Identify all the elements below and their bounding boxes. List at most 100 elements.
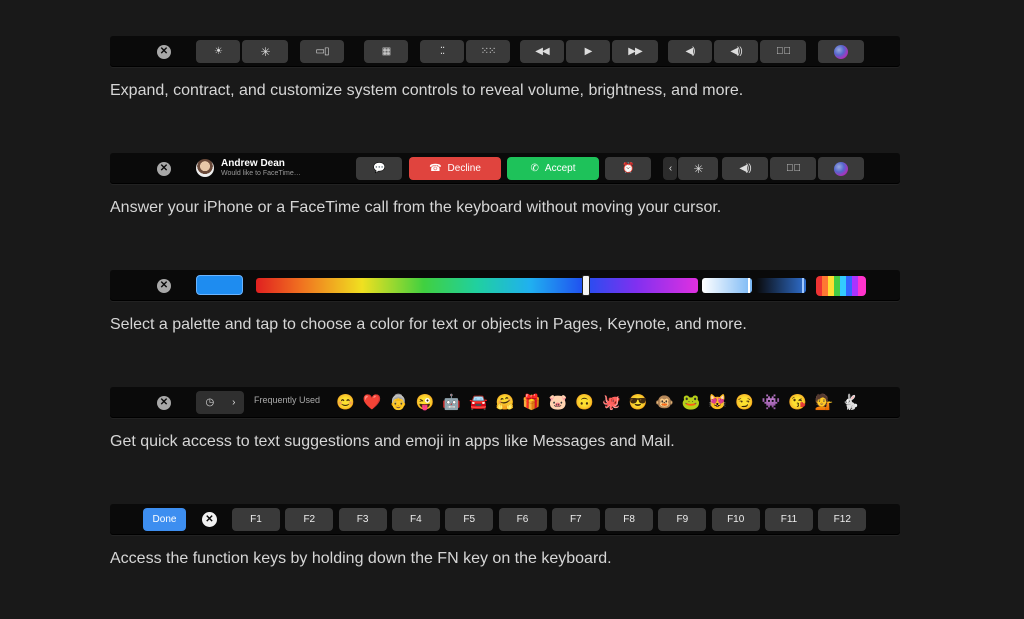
expand-controls-button[interactable]: ‹: [663, 157, 677, 180]
emoji-key[interactable]: 💁: [815, 394, 834, 411]
play-button[interactable]: ▶: [566, 40, 610, 63]
emoji-key[interactable]: 🐸: [682, 394, 701, 411]
close-icon[interactable]: ✕: [157, 162, 171, 176]
touchbar-emoji: ✕ ◷ › Frequently Used 😊 ❤️ 👵 😜 🤖 🚘 🤗 🎁 🐷 🙃 🐙 😎 🐵 🐸 😻 😏 👾…: [110, 387, 900, 418]
emoji-key[interactable]: 😏: [735, 394, 754, 411]
emoji-key[interactable]: 🐵: [655, 394, 674, 411]
caption-facetime: Answer your iPhone or a FaceTime call fr…: [110, 199, 722, 216]
siri-button[interactable]: [818, 157, 864, 180]
message-bubble-icon: 💬: [373, 163, 385, 174]
done-button[interactable]: Done: [143, 508, 186, 531]
emoji-category-label: Frequently Used: [254, 395, 321, 405]
touchbar-facetime-call: ✕ Andrew Dean Would like to FaceTime… 💬 …: [110, 153, 900, 184]
rewind-button[interactable]: ◀◀: [520, 40, 564, 63]
emoji-key[interactable]: 🤗: [496, 394, 515, 411]
palette-button[interactable]: [816, 276, 866, 296]
close-icon[interactable]: ✕: [157, 279, 171, 293]
brightness-button[interactable]: ✳: [678, 157, 718, 180]
function-key-f3[interactable]: F3: [338, 508, 387, 531]
mute-button[interactable]: ◀⃥: [760, 40, 806, 63]
fast-forward-button[interactable]: ▶▶: [612, 40, 658, 63]
emoji-key[interactable]: 😘: [788, 394, 807, 411]
close-icon[interactable]: ✕: [202, 512, 217, 527]
brightness-slider-handle[interactable]: [748, 278, 750, 293]
emoji-category-button[interactable]: ◷ ›: [196, 391, 244, 414]
siri-button[interactable]: [818, 40, 864, 63]
function-key-f7[interactable]: F7: [551, 508, 600, 531]
done-label: Done: [152, 514, 177, 525]
function-key-f10[interactable]: F10: [711, 508, 760, 531]
brightness-up-button[interactable]: ✳: [242, 40, 288, 63]
siri-icon: [834, 44, 848, 59]
emoji-key[interactable]: 😎: [629, 394, 648, 411]
emoji-key[interactable]: 🐷: [549, 394, 568, 411]
volume-down-button[interactable]: ◀): [668, 40, 712, 63]
emoji-key[interactable]: 🐙: [602, 394, 621, 411]
fast-forward-icon: ▶▶: [628, 46, 642, 57]
function-key-f4[interactable]: F4: [391, 508, 440, 531]
clock-icon: ◷: [205, 397, 214, 408]
touchbar-color-picker: ✕: [110, 270, 900, 301]
emoji-key[interactable]: 👾: [762, 394, 781, 411]
caller-name: Andrew Dean: [221, 158, 285, 169]
touchbar-function-keys: Done ✕ F1 F2 F3 F4 F5 F6 F7 F8 F9 F10 F11 F12: [110, 504, 900, 535]
saturation-slider-handle[interactable]: [802, 278, 804, 293]
hue-slider-handle[interactable]: [582, 275, 590, 296]
siri-icon: [834, 161, 848, 176]
function-key-f1[interactable]: F1: [232, 508, 280, 531]
emoji-key[interactable]: 🐇: [841, 394, 860, 411]
function-key-f12[interactable]: F12: [818, 508, 867, 531]
touchbar-system-controls: ✕ ☀ ✳ ▭▯ ▦ ⁚⁚ ⁙⁙ ◀◀ ▶ ▶▶ ◀) ◀)) ◀⃥: [110, 36, 900, 67]
keyboard-light-high-icon: ⁙⁙: [480, 46, 497, 57]
emoji-key[interactable]: 👵: [389, 394, 408, 411]
keyboard-brightness-down-button[interactable]: ⁚⁚: [420, 40, 464, 63]
play-icon: ▶: [584, 46, 593, 57]
speaker-high-icon: ◀)): [730, 46, 742, 57]
mission-control-button[interactable]: ▭▯: [300, 40, 344, 63]
caption-function-keys: Access the function keys by holding down…: [110, 550, 612, 567]
avatar: [196, 159, 214, 177]
function-key-f8[interactable]: F8: [605, 508, 654, 531]
keyboard-light-low-icon: ⁚⁚: [439, 46, 445, 57]
brightness-down-button[interactable]: ☀: [196, 40, 240, 63]
emoji-key[interactable]: 😊: [336, 394, 355, 411]
emoji-key[interactable]: ❤️: [363, 394, 382, 411]
volume-button[interactable]: ◀)): [722, 157, 768, 180]
message-button[interactable]: 💬: [356, 157, 402, 180]
selected-color-swatch[interactable]: [196, 275, 243, 295]
emoji-key[interactable]: 😻: [708, 394, 727, 411]
speaker-high-icon: ◀)): [739, 163, 751, 174]
function-key-f5[interactable]: F5: [445, 508, 494, 531]
emoji-key[interactable]: 🤖: [442, 394, 461, 411]
brightness-low-icon: ☀: [214, 46, 223, 57]
accept-button[interactable]: ✆ Accept: [507, 157, 599, 180]
caption-system-controls: Expand, contract, and customize system c…: [110, 82, 744, 99]
brightness-high-icon: ✳: [260, 44, 270, 59]
keyboard-brightness-up-button[interactable]: ⁙⁙: [466, 40, 510, 63]
brightness-slider[interactable]: [702, 278, 752, 293]
mission-control-icon: ▭▯: [315, 46, 330, 57]
launchpad-icon: ▦: [381, 46, 392, 57]
function-key-f6[interactable]: F6: [498, 508, 547, 531]
alarm-button[interactable]: ⏰: [605, 157, 651, 180]
phone-icon: ✆: [530, 163, 539, 174]
close-icon[interactable]: ✕: [157, 45, 171, 59]
mute-button[interactable]: ◀⃥: [770, 157, 816, 180]
caption-color-picker: Select a palette and tap to choose a col…: [110, 316, 747, 333]
saturation-slider[interactable]: [756, 278, 806, 293]
emoji-key[interactable]: 🚘: [469, 394, 488, 411]
emoji-key[interactable]: 🙃: [575, 394, 594, 411]
function-key-f9[interactable]: F9: [658, 508, 707, 531]
emoji-key[interactable]: 😜: [416, 394, 435, 411]
decline-button[interactable]: ☎ Decline: [409, 157, 501, 180]
launchpad-button[interactable]: ▦: [364, 40, 408, 63]
emoji-key[interactable]: 🎁: [522, 394, 541, 411]
accept-label: Accept: [544, 163, 576, 174]
hue-spectrum-slider[interactable]: [256, 278, 698, 293]
function-key-f11[interactable]: F11: [765, 508, 813, 531]
close-icon[interactable]: ✕: [157, 396, 171, 410]
function-key-f2[interactable]: F2: [285, 508, 334, 531]
decline-label: Decline: [447, 163, 481, 174]
speaker-low-icon: ◀): [685, 46, 695, 57]
volume-up-button[interactable]: ◀)): [714, 40, 758, 63]
